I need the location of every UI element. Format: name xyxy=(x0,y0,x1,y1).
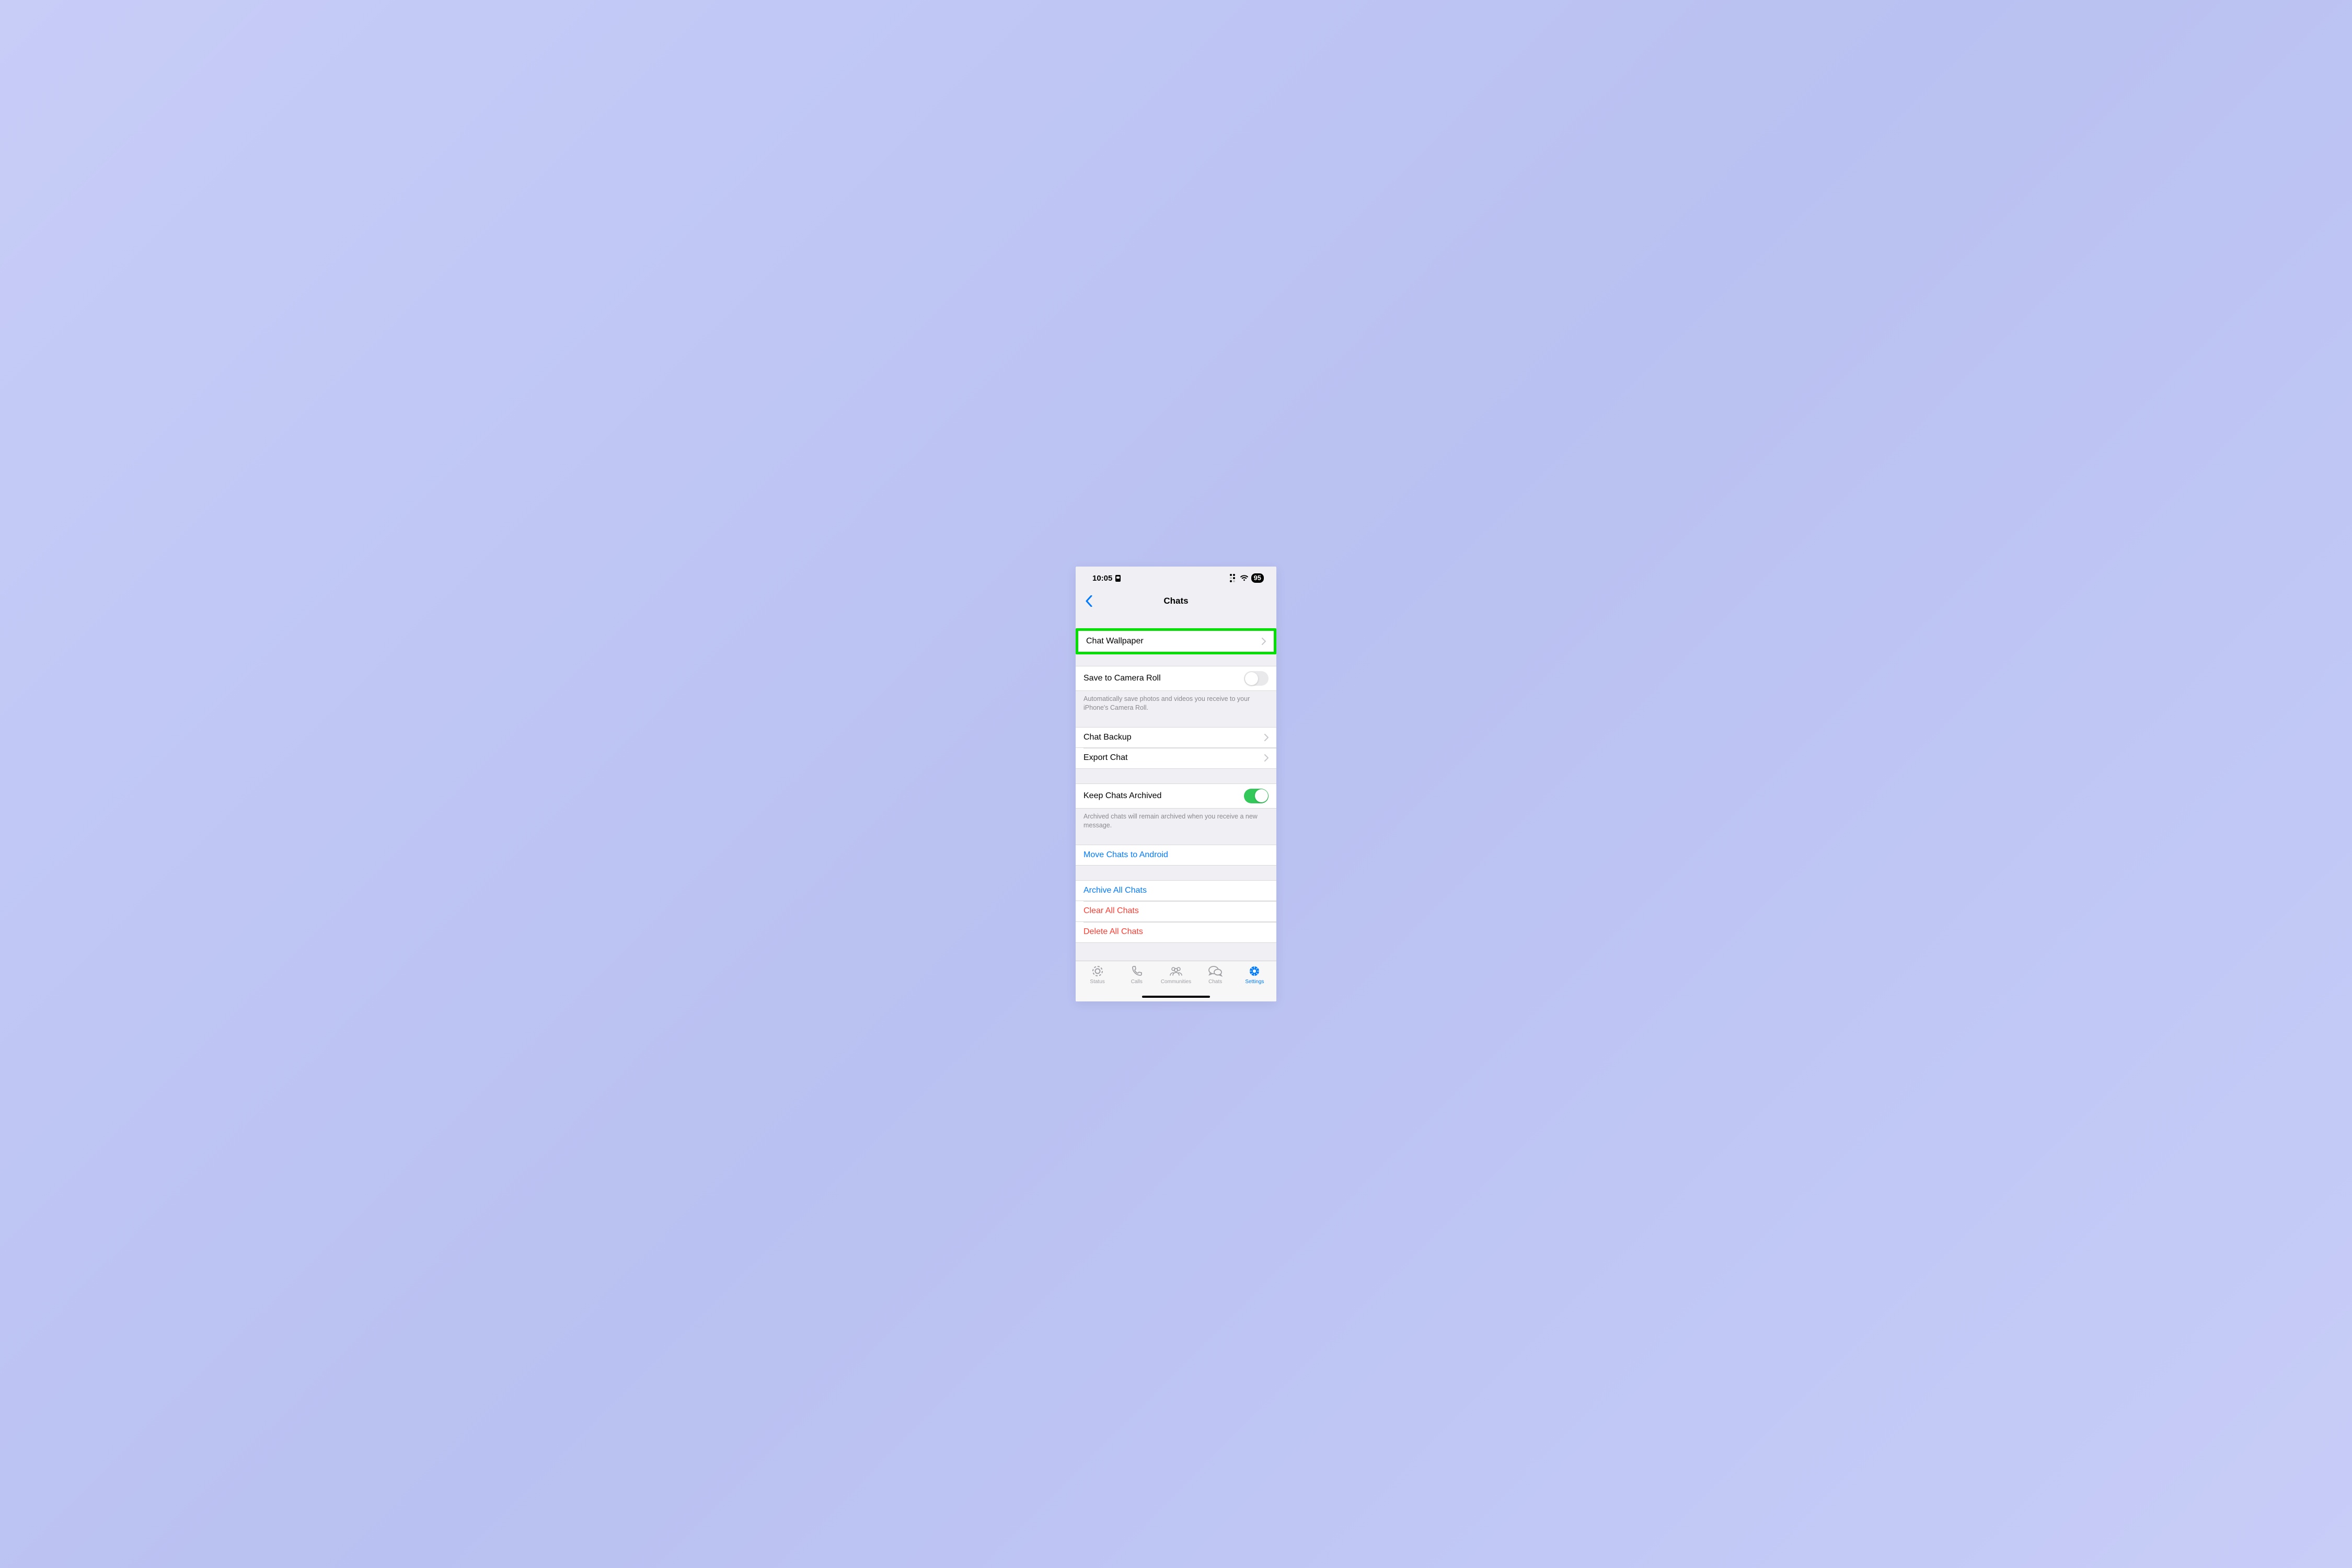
backup-group: Chat Backup Export Chat xyxy=(1076,727,1276,769)
chevron-right-icon xyxy=(1264,754,1269,762)
clear-all-label: Clear All Chats xyxy=(1083,906,1269,916)
chevron-right-icon xyxy=(1262,638,1266,645)
chats-icon xyxy=(1208,964,1223,978)
chat-backup-label: Chat Backup xyxy=(1083,733,1264,742)
battery-indicator: 95 xyxy=(1251,573,1264,583)
save-camera-row[interactable]: Save to Camera Roll xyxy=(1076,666,1276,691)
keep-archived-row[interactable]: Keep Chats Archived xyxy=(1076,783,1276,809)
tab-chats-label: Chats xyxy=(1208,979,1222,985)
wifi-icon xyxy=(1240,575,1249,581)
clear-all-row[interactable]: Clear All Chats xyxy=(1076,901,1276,922)
tab-calls-label: Calls xyxy=(1131,979,1143,985)
chat-wallpaper-label: Chat Wallpaper xyxy=(1086,637,1262,646)
home-indicator[interactable] xyxy=(1142,996,1210,998)
chevron-right-icon xyxy=(1264,734,1269,741)
tab-status[interactable]: Status xyxy=(1078,964,1117,1001)
phone-screen: 10:05 95 Chats Chat Wallpaper xyxy=(1076,567,1276,1001)
keep-archived-label: Keep Chats Archived xyxy=(1083,791,1244,801)
communities-icon xyxy=(1169,964,1183,978)
page-title: Chats xyxy=(1163,596,1188,606)
export-chat-row[interactable]: Export Chat xyxy=(1076,748,1276,769)
move-android-group: Move Chats to Android xyxy=(1076,845,1276,866)
nav-bar: Chats xyxy=(1076,590,1276,613)
archive-all-row[interactable]: Archive All Chats xyxy=(1076,880,1276,901)
save-camera-group: Save to Camera Roll Automatically save p… xyxy=(1076,666,1276,712)
move-android-label: Move Chats to Android xyxy=(1083,850,1269,860)
delete-all-label: Delete All Chats xyxy=(1083,927,1269,937)
highlight-box: Chat Wallpaper xyxy=(1076,628,1276,654)
export-chat-label: Export Chat xyxy=(1083,753,1264,763)
status-bar: 10:05 95 xyxy=(1076,567,1276,590)
back-button[interactable] xyxy=(1080,590,1098,613)
status-right: 95 xyxy=(1230,573,1264,583)
archived-group: Keep Chats Archived Archived chats will … xyxy=(1076,783,1276,830)
move-android-row[interactable]: Move Chats to Android xyxy=(1076,845,1276,866)
status-time: 10:05 xyxy=(1092,574,1112,583)
tab-settings[interactable]: Settings xyxy=(1235,964,1274,1001)
save-camera-label: Save to Camera Roll xyxy=(1083,674,1244,683)
tab-status-label: Status xyxy=(1090,979,1104,985)
archive-all-label: Archive All Chats xyxy=(1083,886,1269,895)
keep-archived-toggle[interactable] xyxy=(1244,789,1269,803)
signal-icon xyxy=(1230,574,1237,582)
settings-icon xyxy=(1247,964,1262,978)
save-camera-toggle[interactable] xyxy=(1244,671,1269,686)
status-icon xyxy=(1090,964,1105,978)
tab-communities-label: Communities xyxy=(1161,979,1191,985)
status-left: 10:05 xyxy=(1092,574,1121,583)
save-camera-footer: Automatically save photos and videos you… xyxy=(1076,691,1276,712)
sim-card-icon xyxy=(1115,575,1121,582)
delete-all-row[interactable]: Delete All Chats xyxy=(1076,922,1276,943)
content-area: Chat Wallpaper Save to Camera Roll Autom… xyxy=(1076,613,1276,961)
chat-backup-row[interactable]: Chat Backup xyxy=(1076,727,1276,748)
bulk-actions-group: Archive All Chats Clear All Chats Delete… xyxy=(1076,880,1276,943)
keep-archived-footer: Archived chats will remain archived when… xyxy=(1076,809,1276,830)
tab-settings-label: Settings xyxy=(1245,979,1264,985)
phone-icon xyxy=(1129,964,1144,978)
chat-wallpaper-row[interactable]: Chat Wallpaper xyxy=(1078,631,1274,652)
